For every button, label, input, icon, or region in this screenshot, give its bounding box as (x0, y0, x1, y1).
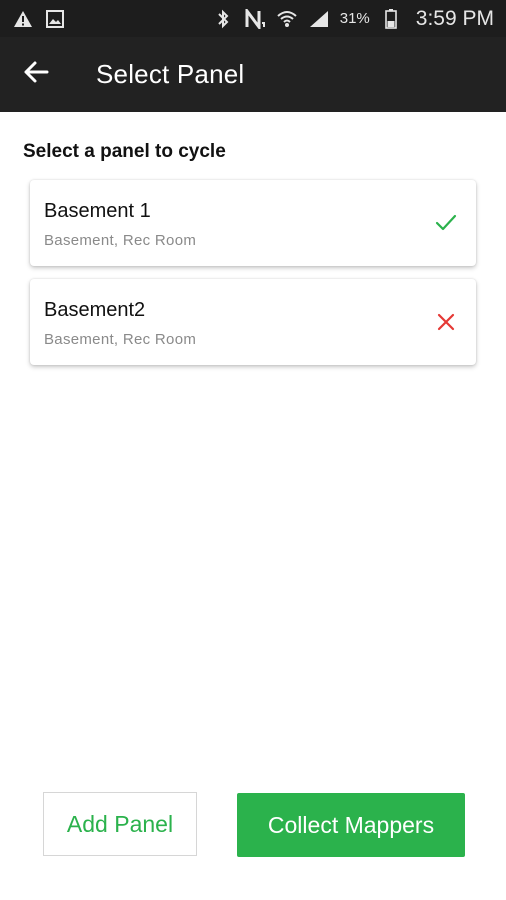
status-left (12, 8, 66, 30)
battery-percent: 31% (339, 10, 370, 27)
panel-location: Basement, Rec Room (44, 232, 197, 249)
warning-icon (12, 8, 34, 30)
status-bar: 31% 3:59 PM (0, 0, 506, 37)
battery-icon (380, 8, 402, 30)
image-icon (44, 8, 66, 30)
panel-name: Basement 1 (44, 200, 151, 222)
page-title: Select Panel (96, 59, 245, 89)
nfc-icon (244, 8, 266, 30)
signal-icon (308, 8, 330, 30)
add-panel-button[interactable]: Add Panel (43, 792, 197, 856)
panel-item-basement2[interactable]: Basement2 Basement, Rec Room (30, 279, 476, 365)
app-bar: Select Panel (0, 37, 506, 112)
collect-mappers-button[interactable]: Collect Mappers (237, 793, 465, 857)
panel-name: Basement2 (44, 299, 146, 321)
check-icon (434, 211, 458, 235)
status-time: 3:59 PM (415, 6, 494, 30)
close-icon (434, 310, 458, 334)
back-button[interactable] (0, 37, 72, 112)
panel-item-basement-1[interactable]: Basement 1 Basement, Rec Room (30, 180, 476, 266)
status-right: 31% 3:59 PM (212, 7, 494, 31)
wifi-icon (276, 8, 298, 30)
bluetooth-icon (212, 8, 234, 30)
panel-location: Basement, Rec Room (44, 331, 197, 348)
arrow-left-icon (23, 60, 49, 89)
section-heading: Select a panel to cycle (23, 141, 226, 162)
